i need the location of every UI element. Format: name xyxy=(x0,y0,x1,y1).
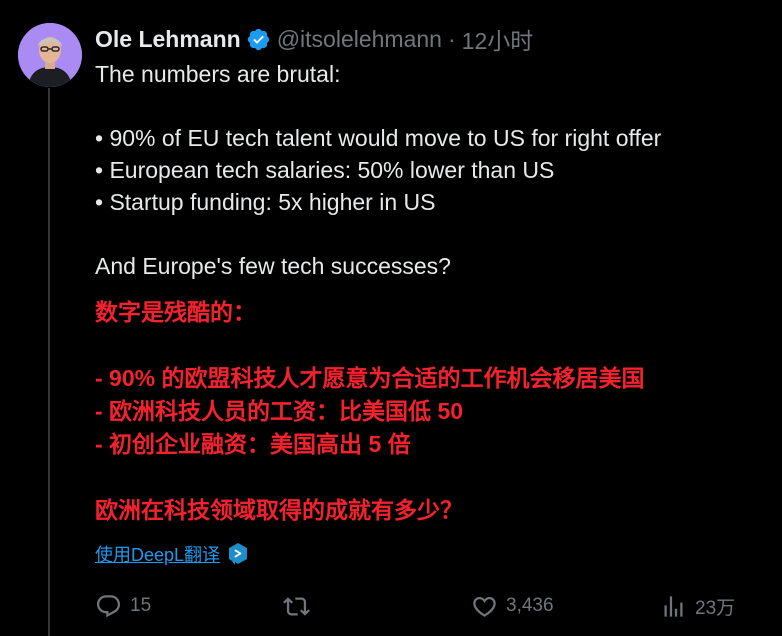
heart-icon xyxy=(473,596,496,617)
thread-line xyxy=(48,88,50,636)
views-icon xyxy=(664,595,683,617)
avatar-portrait-icon xyxy=(18,23,82,87)
translation-line: - 欧洲科技人员的工资：比美国低 50 xyxy=(95,398,464,424)
like-count: 3,436 xyxy=(506,595,554,616)
separator-dot: · xyxy=(447,25,456,52)
reply-icon xyxy=(96,594,121,617)
tweet-text-line xyxy=(95,90,775,122)
translate-label[interactable]: 使用DeepL翻译 xyxy=(95,541,220,567)
tweet-text-line: • European tech salaries: 50% lower than… xyxy=(95,157,555,183)
reply-count: 15 xyxy=(130,595,152,616)
tweet-header: Ole Lehmann @itsolelehmann · 12小时 xyxy=(95,22,534,56)
translation-line: 数字是残酷的： xyxy=(95,299,256,325)
tweet-text-line: The numbers are brutal: xyxy=(95,61,341,87)
reply-button[interactable]: 15 xyxy=(95,590,151,622)
avatar[interactable] xyxy=(18,23,82,87)
deepl-icon[interactable] xyxy=(227,542,249,566)
translate-link[interactable]: 使用DeepL翻译 xyxy=(95,541,249,567)
retweet-button[interactable] xyxy=(283,590,318,622)
tweet-text-line: • Startup funding: 5x higher in US xyxy=(95,189,436,215)
translation-text: 数字是残酷的： - 90% 的欧盟科技人才愿意为合适的工作机会移居美国 - 欧洲… xyxy=(95,296,775,527)
tweet-text: The numbers are brutal: • 90% of EU tech… xyxy=(95,58,775,282)
author-handle[interactable]: @itsolelehmann xyxy=(277,26,442,53)
tweet-text-line xyxy=(95,218,775,250)
like-button[interactable]: 3,436 xyxy=(471,590,554,622)
translation-line: - 90% 的欧盟科技人才愿意为合适的工作机会移居美国 xyxy=(95,365,645,391)
translation-line: - 初创企业融资：美国高出 5 倍 xyxy=(95,431,411,457)
translation-line xyxy=(95,329,775,362)
retweet-icon xyxy=(283,596,310,616)
display-name[interactable]: Ole Lehmann xyxy=(95,26,241,53)
translation-line xyxy=(95,461,775,494)
timestamp[interactable]: 12小时 xyxy=(462,22,534,56)
verified-badge-icon xyxy=(246,27,271,52)
tweet-text-line: And Europe's few tech successes? xyxy=(95,253,451,279)
views-count: 23万 xyxy=(695,597,736,619)
views-button[interactable]: 23万 xyxy=(660,590,735,622)
translation-line: 欧洲在科技领域取得的成就有多少？ xyxy=(95,497,463,523)
tweet-actions: 15 3,436 23万 xyxy=(95,590,745,622)
tweet-text-line: • 90% of EU tech talent would move to US… xyxy=(95,125,662,151)
